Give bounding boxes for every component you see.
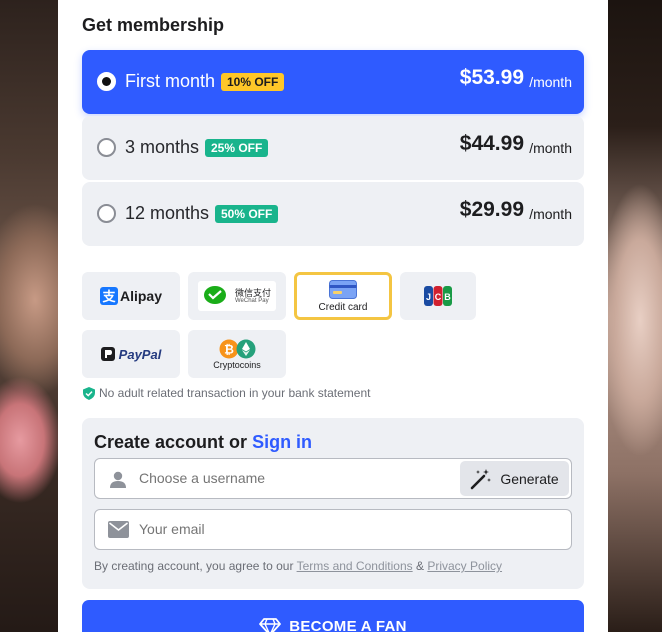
alipay-label: Alipay xyxy=(119,288,162,304)
discount-badge: 10% OFF xyxy=(221,73,285,91)
plan-price: $53.99 xyxy=(459,66,524,89)
wechat-logo: 微信支付 WeChat Pay xyxy=(198,281,276,311)
plan-name: 3 months xyxy=(125,137,200,157)
create-account-label: Create account or xyxy=(94,432,248,452)
jcb-icon: J C B xyxy=(424,286,452,306)
username-field[interactable]: Generate xyxy=(94,458,572,499)
plan-price: $44.99 xyxy=(459,132,524,155)
ethereum-icon xyxy=(236,339,255,358)
payment-crypto[interactable]: ₿ Cryptocoins xyxy=(188,330,286,378)
privacy-policy-link[interactable]: Privacy Policy xyxy=(427,559,502,573)
background-photo-right xyxy=(600,0,662,632)
alipay-icon: 支 xyxy=(99,287,118,305)
privacy-note-text: No adult related transaction in your ban… xyxy=(99,386,371,400)
email-field[interactable] xyxy=(94,509,572,550)
plan-period: /month xyxy=(529,206,572,222)
sign-in-link[interactable]: Sign in xyxy=(252,432,312,452)
terms-prefix: By creating account, you agree to our xyxy=(94,559,294,573)
mail-icon xyxy=(108,521,129,538)
shield-check-icon xyxy=(83,386,95,400)
payment-paypal[interactable]: PayPal xyxy=(82,330,180,378)
plan-name: 12 months xyxy=(125,203,210,223)
page-title: Get membership xyxy=(82,15,225,35)
paypal-icon xyxy=(100,347,115,361)
paypal-label: PayPal xyxy=(118,346,162,362)
become-a-fan-button[interactable]: BECOME A FAN xyxy=(82,600,584,632)
plan-period: /month xyxy=(529,140,572,156)
terms-link[interactable]: Terms and Conditions xyxy=(297,559,413,573)
payment-wechat[interactable]: 微信支付 WeChat Pay xyxy=(188,272,286,320)
wechat-label-en: WeChat Pay xyxy=(235,297,269,304)
username-input[interactable] xyxy=(139,470,439,486)
email-input[interactable] xyxy=(139,521,439,537)
plan-first-month[interactable]: First month 10% OFF $53.99 /month xyxy=(82,50,584,114)
generate-label: Generate xyxy=(500,470,559,487)
wechat-icon xyxy=(204,286,226,304)
credit-card-icon xyxy=(329,279,357,299)
magic-wand-icon xyxy=(471,468,492,489)
svg-text:₿: ₿ xyxy=(224,342,234,356)
wechat-label-cn: 微信支付 xyxy=(235,287,272,298)
plan-period: /month xyxy=(529,74,572,90)
crypto-label: Cryptocoins xyxy=(213,359,261,370)
plan-3-months[interactable]: 3 months 25% OFF $44.99 /month xyxy=(82,116,584,180)
svg-text:B: B xyxy=(444,292,451,302)
payment-jcb[interactable]: J C B xyxy=(400,272,476,320)
radio-unselected[interactable] xyxy=(97,204,116,223)
svg-text:支: 支 xyxy=(101,289,116,305)
become-a-fan-label: BECOME A FAN xyxy=(289,618,407,632)
user-icon xyxy=(110,471,126,488)
radio-unselected[interactable] xyxy=(97,138,116,157)
diamond-icon xyxy=(259,618,282,632)
plan-price: $29.99 xyxy=(459,198,524,221)
plan-12-months[interactable]: 12 months 50% OFF $29.99 /month xyxy=(82,182,584,246)
plan-name: First month xyxy=(125,71,216,91)
privacy-note: No adult related transaction in your ban… xyxy=(83,386,371,400)
credit-card-label: Credit card xyxy=(318,301,368,313)
svg-text:J: J xyxy=(426,292,431,302)
discount-badge: 25% OFF xyxy=(205,139,269,157)
payment-credit-card[interactable]: Credit card xyxy=(294,272,392,320)
terms-text: By creating account, you agree to our Te… xyxy=(94,559,502,573)
terms-ampersand: & xyxy=(415,559,424,573)
generate-button[interactable]: Generate xyxy=(460,461,569,496)
payment-alipay[interactable]: 支 Alipay xyxy=(82,272,180,320)
svg-text:C: C xyxy=(435,292,442,302)
create-account-title: Create account or Sign in xyxy=(94,432,312,453)
discount-badge: 50% OFF xyxy=(215,205,279,223)
radio-selected[interactable] xyxy=(97,72,116,91)
crypto-icons: ₿ xyxy=(219,339,256,359)
